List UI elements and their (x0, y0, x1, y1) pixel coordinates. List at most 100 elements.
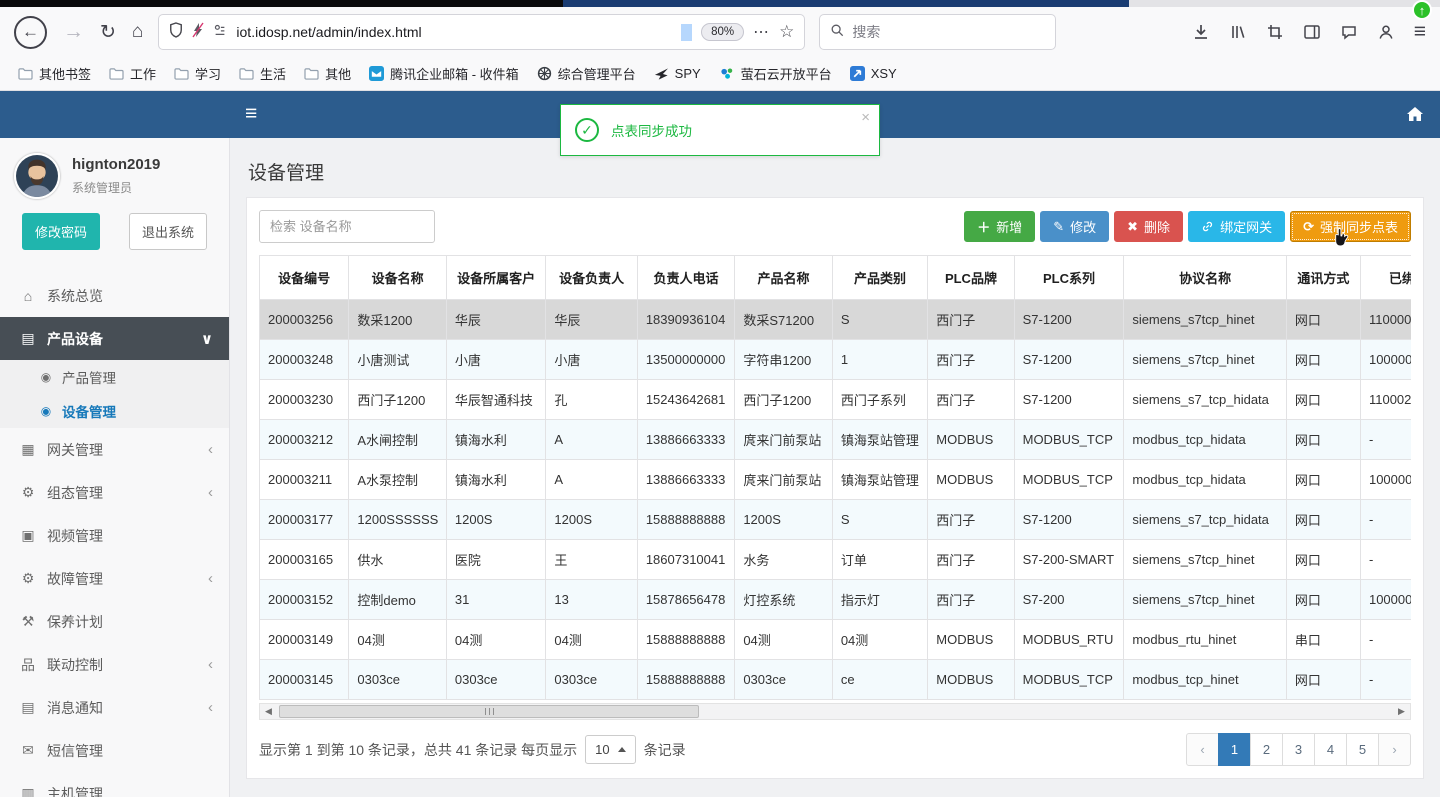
logout-button[interactable]: 退出系统 (128, 213, 207, 250)
zoom-indicator[interactable]: 80% (701, 23, 745, 41)
url-text[interactable]: iot.idosp.net/admin/index.html (236, 24, 421, 40)
scroll-right-icon[interactable]: ▶ (1393, 704, 1410, 719)
table-row[interactable]: 200003212 A水闸控制 镇海水利 A 13886663333 庹来门前泵站 镇海泵站… (259, 419, 1411, 460)
table-row[interactable]: 200003211 A水泵控制 镇海水利 A 13886663333 庹来门前泵站 镇海泵站… (259, 459, 1411, 500)
column-header[interactable]: 协议名称 (1123, 255, 1287, 300)
column-header[interactable]: PLC系列 (1013, 255, 1125, 300)
bookmark-item[interactable]: 其他 (296, 60, 359, 87)
sidebar-item[interactable]: 品联动控制 ‹ (0, 643, 229, 686)
table-cell: S7-1200 (1013, 339, 1125, 380)
toolbar-icons: ≡ (1192, 20, 1426, 44)
chat-icon[interactable] (1340, 23, 1358, 41)
table-row[interactable]: 200003248 小唐测试 小唐 小唐 13500000000 字符串1200 1 西门子 S… (259, 339, 1411, 380)
page-button[interactable]: 3 (1282, 733, 1315, 766)
next-page-button[interactable]: › (1378, 733, 1411, 766)
table-row[interactable]: 200003152 控制demo 31 13 15878656478 灯控系统 指示灯 西门子… (259, 579, 1411, 620)
bookmark-item[interactable]: 腾讯企业邮箱 - 收件箱 (361, 60, 527, 87)
bookmark-star-icon[interactable]: ☆ (779, 22, 794, 42)
page-size-dropdown[interactable]: 10 (585, 735, 636, 764)
sidebar-item[interactable]: ⚒ 保养计划 (0, 600, 229, 643)
bookmark-item[interactable]: 学习 (166, 60, 229, 87)
sidebar-item[interactable]: ▤ 产品设备 ∨ (0, 317, 229, 360)
menu-icon[interactable]: ≡ (1414, 20, 1426, 44)
action-button[interactable]: ＋ 新增 (964, 211, 1036, 242)
column-header[interactable]: 已绑定网关 (1359, 255, 1411, 300)
bookmark-item[interactable]: 生活 (231, 60, 294, 87)
sidebar-item[interactable]: ▣ 视频管理 (0, 514, 229, 557)
bookmark-item[interactable]: SPY (646, 62, 709, 85)
page-button[interactable]: 2 (1250, 733, 1283, 766)
column-header[interactable]: 产品类别 (831, 255, 929, 300)
sidebar-item[interactable]: ▥ 主机管理 (0, 772, 229, 797)
grid-icon: ▦ (21, 441, 35, 457)
browser-home-button[interactable]: ⌂ (132, 21, 143, 43)
blocked-lightning-icon[interactable] (192, 22, 204, 43)
gears-icon: ⚙ (21, 484, 35, 500)
sidebar-item[interactable]: ▤ 消息通知 ‹ (0, 686, 229, 729)
sidebar-item[interactable]: ▦ 网关管理 ‹ (0, 428, 229, 471)
downloads-icon[interactable] (1192, 23, 1210, 41)
table-cell: 04测 (445, 619, 547, 660)
bookmark-item[interactable]: 工作 (101, 60, 164, 87)
action-button[interactable]: 绑定网关 (1188, 211, 1286, 242)
column-header[interactable]: 产品名称 (734, 255, 833, 300)
column-header[interactable]: PLC品牌 (927, 255, 1015, 300)
bookmark-item[interactable]: 其他书签 (10, 60, 99, 87)
permissions-icon[interactable] (213, 23, 227, 42)
panel-toolbar: ＋ 新增 ✎ 修改 ✖ 删除 绑定网关 (259, 210, 1411, 243)
change-password-button[interactable]: 修改密码 (22, 213, 101, 250)
sidebar-collapse-icon[interactable]: ≡ (245, 102, 257, 126)
bookmark-item[interactable]: 萤石云开放平台 (711, 60, 840, 87)
page-button[interactable]: 1 (1218, 733, 1251, 766)
scrollbar-thumb[interactable] (279, 705, 699, 718)
action-button[interactable]: ✖ 删除 (1114, 211, 1184, 242)
table-row[interactable]: 200003230 西门子1200 华辰智通科技孔 15243642681 西门子120… (259, 379, 1411, 420)
column-header[interactable]: 负责人电话 (636, 255, 736, 300)
shield-icon[interactable] (169, 21, 183, 43)
column-header[interactable]: 设备名称 (348, 255, 447, 300)
action-button[interactable]: ✎ 修改 (1040, 211, 1110, 242)
column-header[interactable]: 设备所属客户 (445, 255, 547, 300)
prev-page-button[interactable]: ‹ (1186, 733, 1219, 766)
column-header[interactable]: 通讯方式 (1285, 255, 1361, 300)
browser-update-badge[interactable]: ↑ (1412, 0, 1432, 20)
device-search-input[interactable] (259, 210, 435, 243)
bookmark-label: 工作 (130, 67, 157, 82)
sidebar-item[interactable]: ✉ 短信管理 (0, 729, 229, 772)
horizontal-scrollbar[interactable]: ◀ ▶ (259, 703, 1411, 720)
page-button[interactable]: 5 (1346, 733, 1379, 766)
toast-close-icon[interactable]: × (861, 109, 870, 126)
page-button[interactable]: 4 (1314, 733, 1347, 766)
sidebar-item[interactable]: ⌂ 系统总览 (0, 274, 229, 317)
table-cell: 13 (545, 579, 638, 620)
sidebar-item[interactable]: ⚙ 故障管理 ‹ (0, 557, 229, 600)
table-row[interactable]: 200003177 1200SSSSSS 1200S 1200S 15888888888… (259, 499, 1411, 540)
sidebar-subitem[interactable]: ◉ 设备管理 (0, 394, 229, 428)
link-icon (1201, 220, 1214, 233)
scrollbar-track[interactable] (277, 704, 1393, 719)
sidebar-item[interactable]: ⚙ 组态管理 ‹ (0, 471, 229, 514)
table-row[interactable]: 200003165 供水 医院王 18607310041 水务 订单 西门子 S7-200-S… (259, 539, 1411, 580)
column-header[interactable]: 设备负责人 (545, 255, 638, 300)
bookmark-item[interactable]: 综合管理平台 (529, 60, 644, 87)
back-button[interactable]: ← (14, 15, 47, 49)
sidebar-toggle-icon[interactable] (1303, 23, 1321, 41)
table-row[interactable]: 200003149 04测 04测 04测 15888888888 04测 04测 MODBU… (259, 619, 1411, 660)
library-icon[interactable] (1229, 23, 1247, 41)
scroll-left-icon[interactable]: ◀ (260, 704, 277, 719)
reload-button[interactable]: ↻ (100, 21, 116, 44)
url-bar[interactable]: iot.idosp.net/admin/index.html 80% ⋯ ☆ (159, 15, 805, 49)
column-header[interactable]: 设备编号 (259, 255, 350, 300)
table-row[interactable]: 200003145 0303ce 0303ce 0303ce 15888888888 03… (259, 659, 1411, 700)
page-home-icon[interactable] (1406, 106, 1424, 127)
table-cell: ce (831, 659, 929, 700)
page-actions-icon[interactable]: ⋯ (753, 22, 770, 42)
action-button[interactable]: ⟳ 强制同步点表 (1290, 211, 1411, 242)
account-icon[interactable] (1377, 23, 1395, 41)
screenshot-icon[interactable] (1266, 23, 1284, 41)
forward-button[interactable]: → (63, 20, 84, 44)
sidebar-subitem[interactable]: ◉ 产品管理 (0, 360, 229, 394)
bookmark-item[interactable]: XSY (842, 62, 905, 85)
search-bar[interactable]: 搜索 (820, 15, 1056, 49)
table-row[interactable]: 200003256 数采1200 华辰 华辰 18390936104 数采S71200 S 西… (259, 299, 1411, 340)
